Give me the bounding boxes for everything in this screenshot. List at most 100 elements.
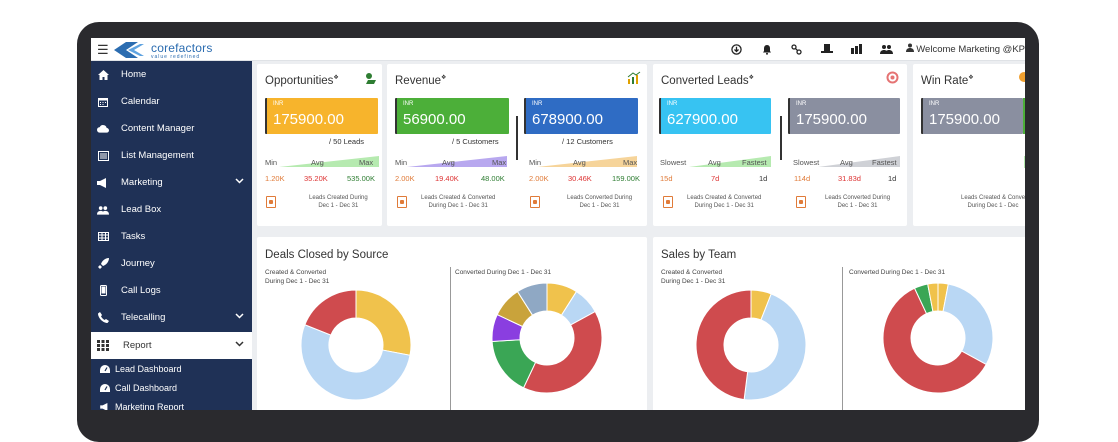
win-rate-range-edge [1024,156,1025,168]
hat-icon[interactable] [812,41,842,57]
sidebar-item-list-management[interactable]: List Management [91,142,252,169]
sidebar-item-report[interactable]: Report [91,332,252,359]
deals-left-donut[interactable] [300,289,412,401]
range-slowest-value: 15d [660,174,673,183]
range-fastest-value: 1d [759,174,768,183]
app-screen: ☰ corefactors value redefined Welcome Ma… [91,38,1025,410]
revenue-left-sub: / 5 Customers [452,137,499,146]
table-icon [97,232,109,241]
opportunities-title: Opportunities❖ [265,74,339,87]
sidebar-item-lead-box[interactable]: Lead Box [91,196,252,223]
win-rate-value: 175900.00 [929,111,1000,128]
home-icon [97,69,109,80]
deals-left-slice-2[interactable] [304,289,357,336]
sales-left-donut[interactable] [695,289,807,401]
logo[interactable]: corefactors value redefined [112,40,222,60]
sidebar-item-call-logs[interactable]: Call Logs [91,277,252,304]
deals-by-source-title: Deals Closed by Source [265,249,389,261]
revenue-right-footer: Leads Converted During Dec 1 - Dec 31 [567,195,633,209]
sales-right-donut[interactable] [882,282,994,394]
sidebar-item-content-manager[interactable]: Content Manager [91,115,252,142]
dashboard-icon [100,383,110,392]
target-icon [886,71,899,84]
download-icon[interactable] [722,41,752,57]
converted-left-kpi-box: INR 627900.00 [659,98,771,134]
sales-right-slice-1[interactable] [942,283,994,366]
chevron-down-icon[interactable] [235,313,244,319]
hamburger-icon[interactable]: ☰ [97,42,109,58]
range-avg-value: 35.20K [304,174,328,183]
sidebar-item-tasks[interactable]: Tasks [91,223,252,250]
converted-right-kpi-box: INR 175900.00 [788,98,900,134]
range-avg-label: Avg [708,158,721,167]
telephone-icon [97,312,109,323]
revenue-right-range-bar [537,156,637,167]
sidebar: Home Calendar Content Manager List Manag… [91,61,252,410]
sidebar-item-label: Content Manager [121,123,195,134]
logo-tagline: value redefined [151,54,201,60]
sidebar-item-journey[interactable]: Journey [91,250,252,277]
sidebar-item-label: Home [121,69,147,80]
win-rate-title: Win Rate❖ [921,74,974,87]
sidebar-item-marketing[interactable]: Marketing [91,169,252,196]
converted-leads-title: Converted Leads❖ [661,74,754,87]
report-badge-icon[interactable] [397,196,407,208]
range-avg-label: Avg [442,158,455,167]
opportunities-value: 175900.00 [273,111,344,128]
win-rate-footer: Leads Created & Conve During Dec 1 - Dec [961,195,1025,209]
chevron-down-icon[interactable] [235,341,244,347]
dashboard-icon [100,364,110,373]
range-fastest-label: Fastest [742,158,767,167]
opportunities-sub: / 50 Leads [329,137,365,146]
sidebar-item-label: Marketing [121,177,163,188]
people-icon [97,205,109,215]
sidebar-item-home[interactable]: Home [91,61,252,88]
chart-icon[interactable] [842,41,872,57]
sidebar-subitem-call-dashboard[interactable]: Call Dashboard [91,378,252,397]
report-badge-icon[interactable] [796,196,806,208]
range-slowest-label: Slowest [793,158,820,167]
deals-by-source-card: Deals Closed by Source Created & Convert… [257,237,647,410]
range-avg-value: 30.46K [568,174,592,183]
range-fastest-label: Fastest [872,158,897,167]
list-icon [97,150,109,161]
sidebar-subitem-marketing-report[interactable]: Marketing Report [91,397,252,410]
sidebar-item-label: Journey [121,258,155,269]
users-icon[interactable] [872,41,902,57]
welcome-label: Welcome Marketing @KP [916,44,1025,55]
sales-left-slice-2[interactable] [695,289,752,401]
report-badge-icon[interactable] [663,196,673,208]
range-max-value: 48.00K [481,174,505,183]
sales-left-label: Created & Converted During Dec 1 - Dec 31 [661,269,726,285]
megaphone-icon [97,177,109,188]
report-badge-icon[interactable] [266,196,276,208]
sidebar-item-calendar[interactable]: Calendar [91,88,252,115]
revenue-left-footer: Leads Created & Converted During Dec 1 - … [421,195,496,209]
sidebar-subitem-lead-dashboard[interactable]: Lead Dashboard [91,359,252,378]
deals-right-slice-2[interactable] [522,310,603,394]
chevron-down-icon[interactable] [235,178,244,184]
grid-icon [97,340,109,351]
range-avg-label: Avg [311,158,324,167]
sidebar-item-telecalling[interactable]: Telecalling [91,304,252,331]
range-max-value: 159.00K [612,174,640,183]
welcome-text[interactable]: Welcome Marketing @KP [902,43,1025,55]
currency-label: INR [929,101,940,107]
revenue-right-value: 678900.00 [532,111,603,128]
award-icon [1019,72,1025,82]
converted-right-footer: Leads Converted During Dec 1 - Dec 31 [825,195,891,209]
sidebar-item-label: Report [123,340,152,351]
deals-left-slice-0[interactable] [355,289,412,356]
sidebar-subitem-label: Call Dashboard [115,382,178,393]
phone-icon [97,285,109,296]
range-max-value: 535.00K [347,174,375,183]
range-min-label: Min [265,158,278,167]
range-avg-label: Avg [840,158,853,167]
bell-icon[interactable] [752,41,782,57]
link-icon[interactable] [782,41,812,57]
sidebar-item-label: Call Logs [121,285,161,296]
megaphone-icon [100,402,110,410]
report-badge-icon[interactable] [530,196,540,208]
range-slowest-value: 114d [794,174,811,183]
deals-right-donut[interactable] [491,282,603,394]
